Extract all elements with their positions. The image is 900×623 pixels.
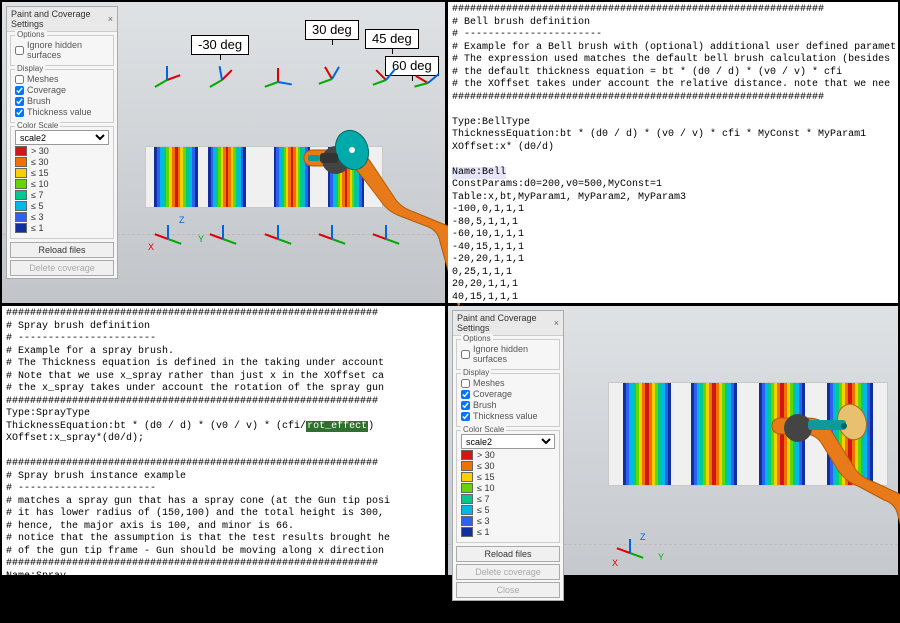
gizmo bbox=[378, 224, 408, 254]
gizmo bbox=[159, 65, 189, 95]
delete-coverage-button[interactable]: Delete coverage bbox=[10, 260, 114, 276]
ignore-hidden-checkbox[interactable]: Ignore hidden surfaces bbox=[15, 40, 109, 60]
meshes-checkbox[interactable]: Meshes bbox=[461, 378, 555, 388]
coverage-checkbox[interactable]: Coverage bbox=[461, 389, 555, 399]
paint-stripe-1 bbox=[623, 383, 671, 485]
colorscale-select[interactable]: scale2 bbox=[461, 434, 555, 449]
bell-definition-editor[interactable]: ########################################… bbox=[448, 2, 898, 303]
close-icon[interactable]: × bbox=[554, 318, 559, 328]
gizmo bbox=[378, 65, 408, 95]
paint-stripe-4 bbox=[328, 147, 364, 207]
delete-coverage-button[interactable]: Delete coverage bbox=[456, 564, 560, 580]
gizmo bbox=[215, 224, 245, 254]
spray-definition-editor[interactable]: ########################################… bbox=[2, 306, 445, 575]
options-group: Options Ignore hidden surfaces bbox=[10, 35, 114, 66]
viewport-bottom-right[interactable]: Y Z X Paint and Coverage Settings × Opti… bbox=[448, 306, 898, 575]
gizmo bbox=[324, 224, 354, 254]
panel-title: Paint and Coverage Settings bbox=[11, 9, 108, 29]
panel-header[interactable]: Paint and Coverage Settings × bbox=[7, 7, 117, 32]
paint-stripe-2 bbox=[691, 383, 737, 485]
axis-label-z: Z bbox=[179, 215, 185, 225]
close-icon[interactable]: × bbox=[108, 14, 113, 24]
viewport-top-left[interactable]: -30 deg 30 deg 45 deg 60 deg Y Z X bbox=[2, 2, 445, 303]
gizmo bbox=[270, 224, 300, 254]
gizmo bbox=[324, 64, 354, 94]
axis-label-x: X bbox=[148, 242, 154, 252]
gizmo bbox=[420, 68, 450, 98]
close-button[interactable]: Close bbox=[456, 582, 560, 598]
meshes-checkbox[interactable]: Meshes bbox=[15, 74, 109, 84]
colorscale-group: Color Scale scale2 > 30≤ 30≤ 15≤ 10≤ 7≤ … bbox=[456, 430, 560, 543]
thickness-checkbox[interactable]: Thickness value bbox=[15, 107, 109, 117]
paint-stripe-3 bbox=[759, 383, 805, 485]
paint-stripe-1 bbox=[154, 147, 198, 207]
gizmo bbox=[214, 65, 244, 95]
colorscale-legend: > 30≤ 30≤ 15≤ 10≤ 7≤ 5≤ 3≤ 1 bbox=[15, 146, 109, 233]
panel-title: Paint and Coverage Settings bbox=[457, 313, 554, 333]
angle-label-p30: 30 deg bbox=[305, 20, 359, 40]
display-group: Display Meshes Coverage Brush Thickness … bbox=[456, 373, 560, 427]
axis-label-y: Y bbox=[198, 234, 204, 244]
brush-checkbox[interactable]: Brush bbox=[461, 400, 555, 410]
thickness-checkbox[interactable]: Thickness value bbox=[461, 411, 555, 421]
axis-label-z: Z bbox=[640, 532, 646, 542]
ignore-hidden-checkbox[interactable]: Ignore hidden surfaces bbox=[461, 344, 555, 364]
spray-code[interactable]: ########################################… bbox=[2, 306, 445, 623]
colorscale-legend: > 30≤ 30≤ 15≤ 10≤ 7≤ 5≤ 3≤ 1 bbox=[461, 450, 555, 537]
reload-button[interactable]: Reload files bbox=[456, 546, 560, 562]
brush-checkbox[interactable]: Brush bbox=[15, 96, 109, 106]
panel-header[interactable]: Paint and Coverage Settings × bbox=[453, 311, 563, 336]
angle-label-m30: -30 deg bbox=[191, 35, 249, 55]
paint-stripe-3 bbox=[274, 147, 310, 207]
gizmo bbox=[270, 67, 300, 97]
gizmo bbox=[160, 224, 190, 254]
painted-plate bbox=[145, 146, 383, 208]
colorscale-group: Color Scale scale2 > 30≤ 30≤ 15≤ 10≤ 7≤ … bbox=[10, 126, 114, 239]
world-gizmo bbox=[622, 538, 652, 568]
reload-button[interactable]: Reload files bbox=[10, 242, 114, 258]
coverage-checkbox[interactable]: Coverage bbox=[15, 85, 109, 95]
axis-label-x: X bbox=[612, 558, 618, 568]
colorscale-select[interactable]: scale2 bbox=[15, 130, 109, 145]
paint-settings-panel[interactable]: Paint and Coverage Settings × Options Ig… bbox=[6, 6, 118, 279]
paint-stripe-2 bbox=[208, 147, 246, 207]
axis-label-y: Y bbox=[658, 552, 664, 562]
paint-stripe-4 bbox=[827, 383, 873, 485]
options-group: Options Ignore hidden surfaces bbox=[456, 339, 560, 370]
painted-plate bbox=[608, 382, 888, 486]
angle-label-p45: 45 deg bbox=[365, 29, 419, 49]
bell-code[interactable]: ########################################… bbox=[448, 2, 898, 344]
paint-settings-panel[interactable]: Paint and Coverage Settings × Options Ig… bbox=[452, 310, 564, 601]
display-group: Display Meshes Coverage Brush Thickness … bbox=[10, 69, 114, 123]
